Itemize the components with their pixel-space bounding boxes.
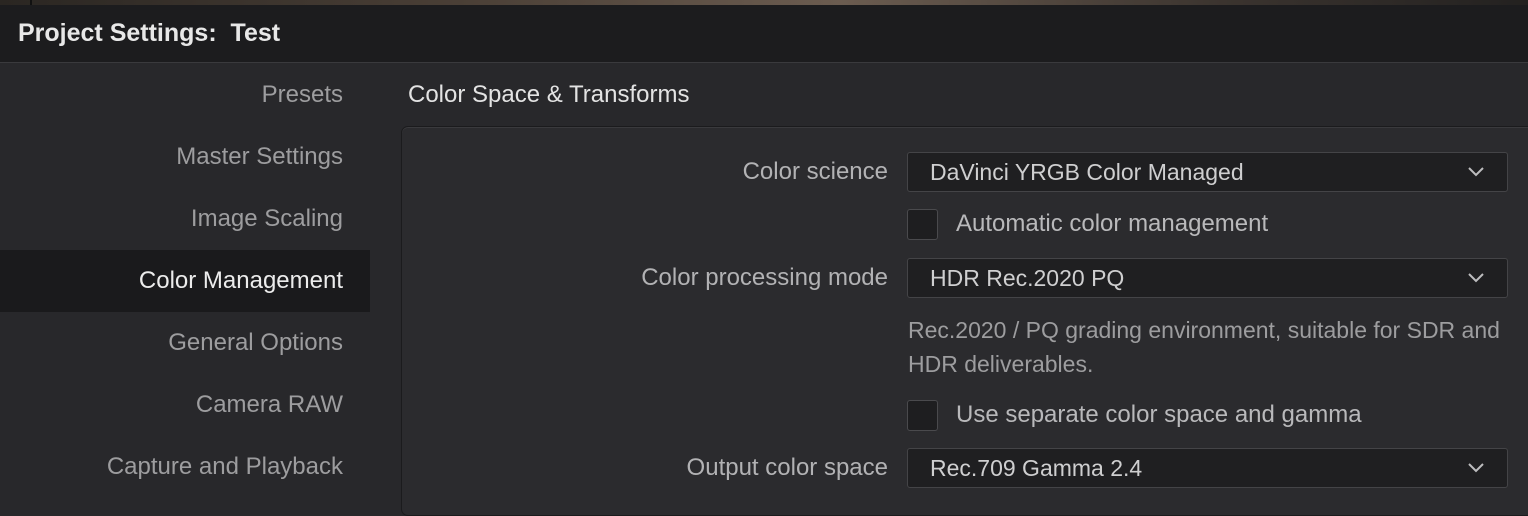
output-color-space-dropdown[interactable]: Rec.709 Gamma 2.4 <box>907 448 1508 488</box>
output-color-space-label: Output color space <box>686 454 888 481</box>
sidebar-item-master-settings[interactable]: Master Settings <box>0 126 370 188</box>
settings-sidebar: Presets Master Settings Image Scaling Co… <box>0 64 370 504</box>
sidebar-item-presets[interactable]: Presets <box>0 64 370 126</box>
section-title: Color Space & Transforms <box>408 81 690 108</box>
auto-color-management-label: Automatic color management <box>956 210 1269 237</box>
color-processing-mode-dropdown[interactable]: HDR Rec.2020 PQ <box>907 258 1508 298</box>
auto-color-management-checkbox[interactable] <box>907 209 938 240</box>
color-processing-mode-label: Color processing mode <box>641 264 888 291</box>
sidebar-item-image-scaling[interactable]: Image Scaling <box>0 188 370 250</box>
chevron-down-icon <box>1468 463 1484 473</box>
separate-color-space-gamma-label: Use separate color space and gamma <box>956 401 1362 428</box>
chevron-down-icon <box>1468 167 1484 177</box>
color-science-dropdown[interactable]: DaVinci YRGB Color Managed <box>907 152 1508 192</box>
separate-color-space-gamma-checkbox[interactable] <box>907 400 938 431</box>
output-color-space-value: Rec.709 Gamma 2.4 <box>930 455 1143 481</box>
color-processing-mode-value: HDR Rec.2020 PQ <box>930 265 1125 291</box>
color-science-label: Color science <box>742 158 888 185</box>
chevron-down-icon <box>1468 273 1484 283</box>
sidebar-item-general-options[interactable]: General Options <box>0 312 370 374</box>
color-processing-mode-help: Rec.2020 / PQ grading environment, suita… <box>908 317 1500 377</box>
sidebar-item-camera-raw[interactable]: Camera RAW <box>0 374 370 436</box>
sidebar-item-color-management[interactable]: Color Management <box>0 250 370 312</box>
window-titlebar: Project Settings: Test <box>0 5 1528 63</box>
sidebar-item-capture-and-playback[interactable]: Capture and Playback <box>0 436 370 498</box>
color-science-value: DaVinci YRGB Color Managed <box>930 159 1244 185</box>
window-title: Project Settings: Test <box>18 19 281 47</box>
